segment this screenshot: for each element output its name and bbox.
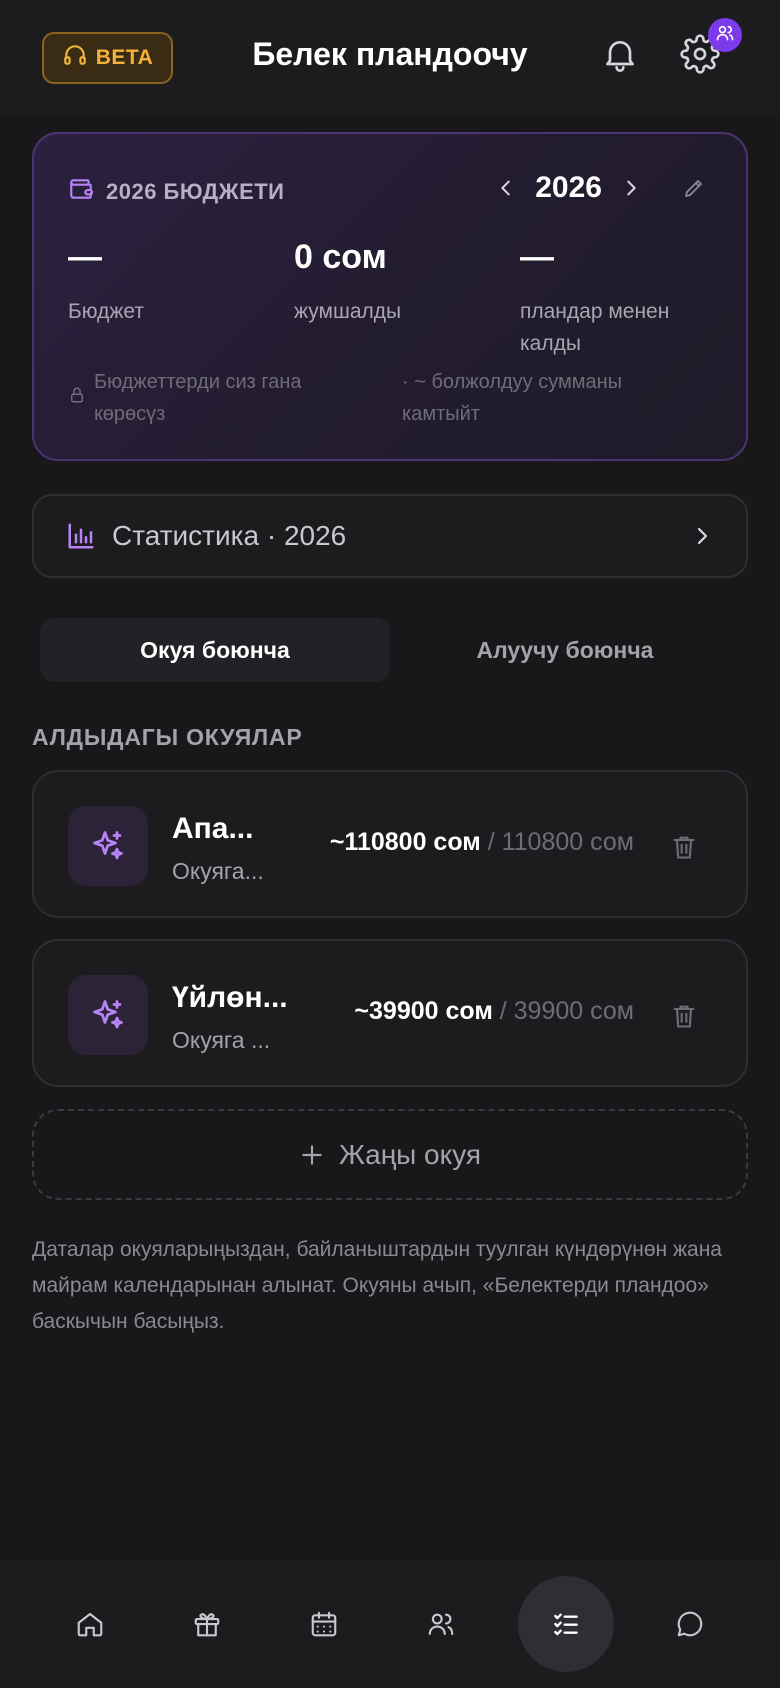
budget-stat: — Бюджет (68, 238, 278, 328)
budget-value: — (68, 238, 102, 276)
tab-by-recipient[interactable]: Алуучу боюнча (390, 618, 740, 682)
chevron-left-icon (501, 180, 511, 196)
checklist-icon (554, 1613, 578, 1636)
trash-icon (673, 1005, 695, 1028)
plus-icon (302, 1144, 322, 1165)
gift-planner-screen: BETA Белек пландоочу 2026 БЮДЖЕТИ 2026 —… (0, 0, 780, 1688)
remaining-label: пландар менен калды (520, 300, 670, 355)
event-name: Апа... (172, 812, 254, 845)
selected-year: 2026 (535, 171, 602, 204)
event-icon (68, 806, 148, 886)
beta-label: BETA (95, 46, 154, 69)
headphones-icon (62, 42, 88, 74)
app-header: BETA Белек пландоочу (0, 0, 780, 116)
event-subtitle: Окуяга ... (172, 1027, 271, 1053)
statistics-label: Статистика · 2026 (112, 520, 347, 551)
view-tabs: Окуя боюнча Алуучу боюнча (40, 618, 740, 682)
upcoming-events-title: АЛДЫДАГЫ ОКУЯЛАР (32, 724, 303, 750)
event-card[interactable]: Апа... Окуяга... ~110800 сом / 110800 со… (32, 770, 748, 918)
event-name: Үйлөн... (172, 981, 288, 1014)
chevron-right-icon (697, 527, 708, 545)
new-event-label: Жаңы окуя (338, 1138, 482, 1170)
next-year-button[interactable] (614, 166, 648, 210)
amount-separator: / (492, 997, 514, 1025)
page-title: Белек пландоочу (252, 36, 528, 72)
shared-users-badge[interactable] (708, 18, 742, 52)
bottom-navigation (0, 1560, 780, 1688)
sparkles-icon (93, 1000, 123, 1029)
event-planned-amount: ~110800 сом (329, 828, 481, 856)
home-icon (77, 1612, 103, 1637)
pencil-icon (685, 180, 702, 197)
event-card[interactable]: Үйлөн... Окуяга ... ~39900 сом / 39900 с… (32, 939, 748, 1087)
budget-card: 2026 БЮДЖЕТИ 2026 — Бюджет 0 сом жумшалд… (32, 132, 748, 461)
chevron-right-icon (627, 180, 636, 196)
budget-heading-label: 2026 БЮДЖЕТИ (106, 179, 285, 204)
event-planned-amount: ~39900 сом (354, 997, 493, 1025)
wallet-icon (68, 176, 94, 208)
budget-heading: 2026 БЮДЖЕТИ (68, 176, 285, 208)
spent-label: жумшалды (294, 300, 402, 323)
sparkles-icon (93, 831, 123, 860)
nav-gifts[interactable] (179, 1596, 235, 1652)
tab-by-event[interactable]: Окуя боюнча (40, 618, 390, 682)
remaining-value: — (520, 238, 554, 276)
beta-badge[interactable]: BETA (42, 32, 173, 84)
event-amount: ~39900 сом / 39900 сом (354, 997, 634, 1026)
calendar-icon (311, 1611, 337, 1637)
contacts-icon (428, 1613, 454, 1636)
trash-icon (673, 836, 695, 859)
previous-year-button[interactable] (489, 166, 523, 210)
info-text: Даталар окуяларыңыздан, байланыштардын т… (32, 1238, 722, 1333)
spent-stat: 0 сом жумшалды (294, 238, 504, 328)
edit-budget-button[interactable] (672, 166, 716, 210)
event-subtitle: Окуяга... (172, 858, 264, 884)
gift-icon (194, 1613, 220, 1637)
privacy-note: Бюджеттерди сиз гана көрөсүз (68, 366, 368, 430)
new-event-button[interactable]: Жаңы окуя (32, 1109, 748, 1200)
delete-event-button[interactable] (666, 997, 702, 1035)
nav-home[interactable] (62, 1596, 118, 1652)
notifications-button[interactable] (600, 34, 644, 82)
event-amount: ~110800 сом / 110800 сом (330, 828, 634, 857)
nav-chat[interactable] (662, 1596, 718, 1652)
bar-chart-icon (68, 523, 94, 549)
nav-contacts[interactable] (413, 1596, 469, 1652)
budget-label: Бюджет (68, 300, 144, 323)
event-icon (68, 975, 148, 1055)
nav-calendar[interactable] (296, 1596, 352, 1652)
statistics-button[interactable]: Статистика · 2026 (32, 494, 748, 578)
event-total-amount: 110800 сом (501, 828, 634, 856)
delete-event-button[interactable] (666, 828, 702, 866)
chat-icon (677, 1611, 703, 1637)
users-icon (715, 23, 735, 48)
privacy-note-text: Бюджеттерди сиз гана көрөсүз (94, 371, 302, 425)
lock-icon (68, 366, 86, 430)
approx-note: · ~ болжолдуу сумманы камтыйт (402, 371, 623, 425)
amount-separator: / (480, 828, 502, 856)
year-selector: 2026 (489, 166, 716, 210)
event-total-amount: 39900 сом (513, 997, 634, 1025)
nav-planner[interactable] (518, 1576, 614, 1672)
gear-icon (680, 34, 720, 78)
bell-icon (600, 41, 640, 78)
remaining-stat: — пландар менен калды (520, 238, 730, 360)
spent-value: 0 сом (294, 238, 387, 276)
